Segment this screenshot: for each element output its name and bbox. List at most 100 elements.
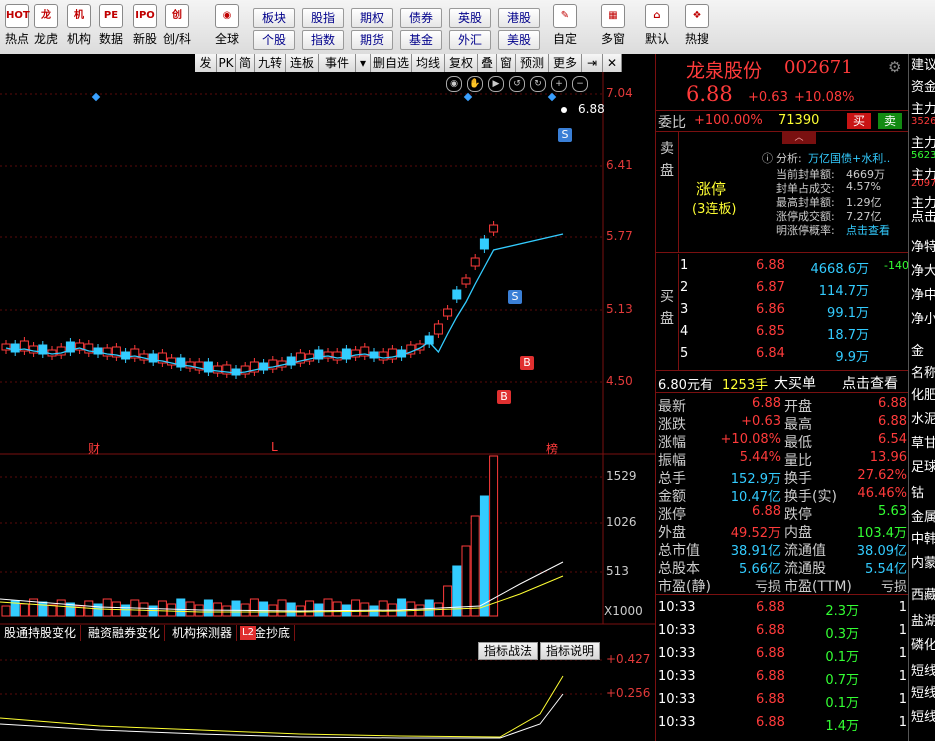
market-tab-b5[interactable]: 美股 (498, 30, 540, 50)
play-icon[interactable]: ▶ (488, 76, 504, 92)
strip-item[interactable]: 短线 (911, 706, 935, 725)
tick-list[interactable]: 10:33 6.88 2.3万 1 10:33 6.88 0.3万 1 10:33 6.88 0.1… (656, 596, 909, 741)
volume-bar (121, 604, 131, 617)
limit-row-value[interactable]: 点击查看 (846, 222, 890, 238)
toolbar-home-button[interactable]: ⌂ 默认 (640, 4, 674, 47)
strip-item[interactable]: 金 (911, 340, 924, 359)
strip-item[interactable]: 2097 (911, 178, 935, 189)
buy-signal-icon[interactable]: B (520, 356, 534, 370)
big-order-link[interactable]: 点击查看 (842, 373, 898, 393)
stat-label: 跌停 (784, 507, 812, 523)
buy-button[interactable]: 买 (847, 113, 871, 129)
sell-button[interactable]: 卖 (878, 113, 902, 129)
toolbar-chuang-button[interactable]: 创创/科 (160, 4, 194, 47)
strip-item[interactable]: 化肥 (911, 384, 935, 403)
strip-item[interactable]: 水泥 (911, 408, 935, 427)
market-tab-2[interactable]: 期权 (351, 8, 393, 28)
kline-chart-area[interactable]: 发 PK 简九转 连板 事件 ▾ 删自选 均线 复权叠窗预测 更多 ⇥ ✕ 7.04 6.41 5.77 5… (0, 54, 655, 741)
strip-item[interactable]: 金属 (911, 506, 935, 525)
l2-badge: L2 (240, 626, 256, 640)
market-tab-b4[interactable]: 外汇 (449, 30, 491, 50)
indicator-tab-0[interactable]: 股通持股变化 (0, 625, 82, 641)
eye-icon[interactable]: ◉ (446, 76, 462, 92)
market-tab-b1[interactable]: 指数 (302, 30, 344, 50)
strip-item[interactable]: 5623 (911, 150, 935, 161)
sell-signal-icon[interactable]: S (508, 290, 522, 304)
strip-item[interactable]: 名称 (911, 362, 935, 381)
event-marker-bang[interactable]: 榜 (546, 440, 558, 457)
indicator-tab-2[interactable]: 机构探测器 (168, 625, 238, 641)
volume-bar (351, 599, 361, 617)
indicator-tab-1[interactable]: 融资融券变化 (84, 625, 166, 641)
toolbar-custom-button[interactable]: ✎ 自定 (548, 4, 582, 47)
stat-value: 6.88 (878, 396, 907, 411)
indicator-button-1[interactable]: 指标说明 (540, 642, 600, 660)
strip-item[interactable]: 主力 (911, 132, 935, 151)
strip-item[interactable]: 主力 (911, 98, 935, 117)
market-tab-3[interactable]: 债券 (400, 8, 442, 28)
hand-icon[interactable]: ✋ (467, 76, 483, 92)
strip-item[interactable]: 西藏 (911, 584, 935, 603)
market-tab-1[interactable]: 股指 (302, 8, 344, 28)
market-tab-0[interactable]: 板块 (253, 8, 295, 28)
zoom-in-icon[interactable]: + (551, 76, 567, 92)
strip-item[interactable]: 草甘 (911, 432, 935, 451)
analysis-value[interactable]: 万亿国债+水利.. (808, 150, 890, 166)
strip-item[interactable]: 资金 (911, 76, 935, 95)
strip-item[interactable]: 3526 (911, 116, 935, 127)
quote-stats: 最新 6.88 开盘 6.88 涨跌 +0.63 最高 6.88 涨幅 +10.08% 最低 6.54… (656, 394, 909, 595)
indicator-button-0[interactable]: 指标战法 (478, 642, 538, 660)
strip-item[interactable]: 盐湖 (911, 610, 935, 629)
weibi-bar: 委比 +100.00% 71390 买 卖 (656, 110, 909, 132)
strip-item[interactable]: 短线 (911, 660, 935, 679)
redo-icon[interactable]: ↻ (530, 76, 546, 92)
event-marker-cai[interactable]: 财 (88, 440, 100, 457)
candle-body (231, 368, 241, 376)
strip-item[interactable]: 净中 (911, 284, 935, 303)
big-order-bar[interactable]: 6.80元有 1253手 大买单 点击查看 (656, 372, 909, 393)
strip-item[interactable]: 足球 (911, 456, 935, 475)
stat-label: 金额 (658, 489, 686, 505)
stat-label: 开盘 (784, 399, 812, 415)
undo-icon[interactable]: ↺ (509, 76, 525, 92)
toolbar-hotsearch-button[interactable]: ❖ 热搜 (680, 4, 714, 47)
settings-gear-icon[interactable]: ⚙ (888, 58, 901, 76)
buy-signal-icon[interactable]: B (497, 390, 511, 404)
sell-side-label: 卖盘 (660, 141, 674, 179)
strip-item[interactable]: 内蒙 (911, 552, 935, 571)
strip-item[interactable]: 中韩 (911, 528, 935, 547)
toolbar-building-button[interactable]: 机机构 (62, 4, 96, 47)
stat-label: 流通值 (784, 543, 826, 559)
stat-value: 亏损 (754, 580, 781, 595)
stat-label: 涨跌 (658, 417, 686, 433)
strip-item[interactable]: 建议 (911, 54, 935, 73)
market-tab-b3[interactable]: 基金 (400, 30, 442, 50)
collapse-chevron-icon[interactable]: ︿ (782, 132, 816, 144)
strip-item[interactable]: 净特 (911, 236, 935, 255)
strip-item[interactable]: 磷化 (911, 634, 935, 653)
toolbar-dragon-button[interactable]: 龙龙虎 (29, 4, 63, 47)
toolbar-ipo-button[interactable]: IPO 新股 (128, 4, 162, 47)
volume-bar (479, 495, 489, 617)
strip-item[interactable]: 净大 (911, 260, 935, 279)
strip-item[interactable]: 钴 (911, 482, 924, 501)
strip-item[interactable]: 点击 (911, 206, 935, 225)
volume-bar (470, 515, 480, 617)
stat-value: 13.96 (869, 450, 907, 465)
stat-label: 总股本 (658, 561, 700, 577)
toolbar-multiwindow-button[interactable]: ▦ 多窗 (596, 4, 630, 47)
event-marker-l[interactable]: L (271, 440, 278, 454)
strip-item[interactable]: 短线 (911, 682, 935, 701)
market-tab-5[interactable]: 港股 (498, 8, 540, 28)
market-tab-b0[interactable]: 个股 (253, 30, 295, 50)
candle-body (461, 277, 471, 285)
hot-icon: HOT (5, 4, 30, 28)
sell-signal-icon[interactable]: S (558, 128, 572, 142)
strip-item[interactable]: 净小 (911, 308, 935, 327)
toolbar-globe-button[interactable]: ◉ 全球 (210, 4, 244, 47)
tick-side: 1 (898, 600, 907, 615)
zoom-out-icon[interactable]: − (572, 76, 588, 92)
market-tab-4[interactable]: 英股 (449, 8, 491, 28)
toolbar-pe-button[interactable]: PE 数据 (94, 4, 128, 47)
market-tab-b2[interactable]: 期货 (351, 30, 393, 50)
